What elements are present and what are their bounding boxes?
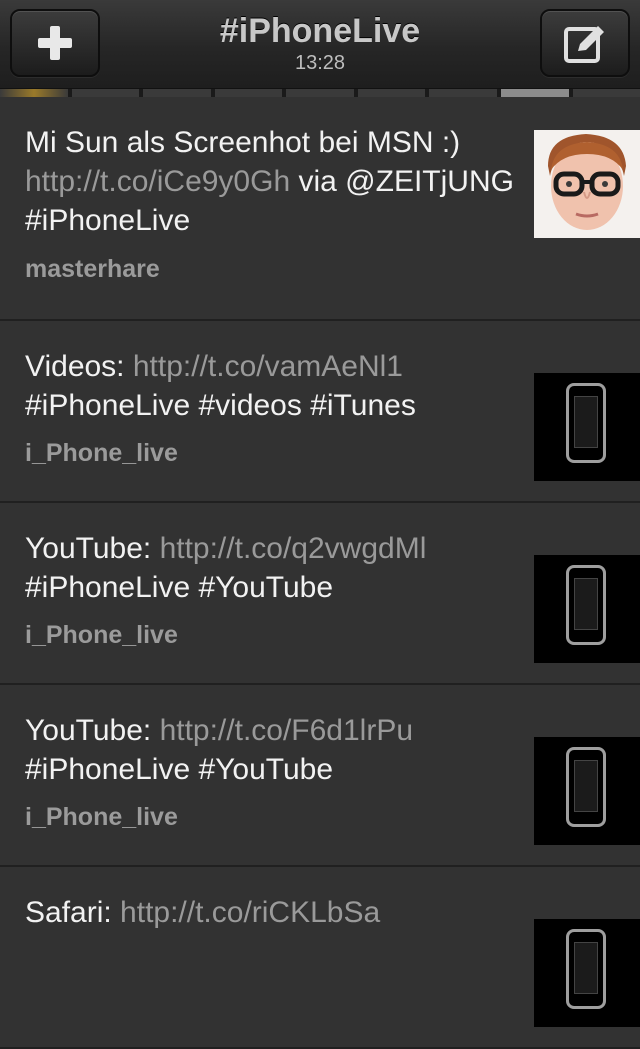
add-button[interactable]	[10, 9, 100, 77]
tweet-text-after: #iPhoneLive #YouTube	[25, 753, 333, 786]
tweet-text: Videos: http://t.co/vamAeNl1 #iPhoneLive…	[25, 347, 515, 425]
tweet-text: Safari: http://t.co/riCKLbSa	[25, 893, 515, 932]
tweet-thumbnail[interactable]	[534, 555, 640, 663]
page-segment	[429, 89, 497, 97]
tweet-link[interactable]: http://t.co/vamAeNl1	[133, 350, 403, 383]
tweet-row[interactable]: Videos: http://t.co/vamAeNl1 #iPhoneLive…	[0, 321, 640, 503]
phone-icon	[566, 383, 606, 463]
tweet-row[interactable]: YouTube: http://t.co/q2vwgdMl #iPhoneLiv…	[0, 503, 640, 685]
tweet-row[interactable]: Safari: http://t.co/riCKLbSa	[0, 867, 640, 1049]
tweet-thumbnail[interactable]	[534, 373, 640, 481]
tweet-text: YouTube: http://t.co/q2vwgdMl #iPhoneLiv…	[25, 529, 515, 607]
tweet-text: YouTube: http://t.co/F6d1lrPu #iPhoneLiv…	[25, 711, 515, 789]
compose-button[interactable]	[540, 9, 630, 77]
page-segment	[72, 89, 140, 97]
page-segment	[0, 89, 68, 97]
phone-icon	[566, 929, 606, 1009]
tweet-list: Mi Sun als Screenhot bei MSN :) http://t…	[0, 97, 640, 1049]
navigation-bar: #iPhoneLive 13:28	[0, 0, 640, 89]
page-segment	[143, 89, 211, 97]
tweet-text-before: Safari:	[25, 896, 120, 929]
phone-icon	[566, 747, 606, 827]
tweet-thumbnail[interactable]	[534, 919, 640, 1027]
tweet-text-before: YouTube:	[25, 714, 160, 747]
page-segment	[286, 89, 354, 97]
tweet-row[interactable]: Mi Sun als Screenhot bei MSN :) http://t…	[0, 97, 640, 321]
page-segment	[215, 89, 283, 97]
phone-icon	[566, 565, 606, 645]
tweet-link[interactable]: http://t.co/q2vwgdMl	[160, 532, 427, 565]
tweet-text-before: YouTube:	[25, 532, 160, 565]
person-photo-icon	[534, 130, 640, 238]
plus-icon	[35, 23, 75, 63]
page-title: #iPhoneLive	[150, 12, 490, 51]
tweet-username[interactable]: i_Phone_live	[25, 621, 178, 650]
tweet-username[interactable]: masterhare	[25, 255, 160, 284]
tweet-text-after: #iPhoneLive #YouTube	[25, 571, 333, 604]
clock-time: 13:28	[150, 52, 490, 75]
tweet-text-before: Mi Sun als Screenhot bei MSN :)	[25, 126, 460, 159]
tweet-username[interactable]: i_Phone_live	[25, 439, 178, 468]
page-segment	[573, 89, 640, 97]
page-segment-active	[501, 89, 569, 97]
tweet-link[interactable]: http://t.co/F6d1lrPu	[160, 714, 413, 747]
tweet-text-before: Videos:	[25, 350, 133, 383]
tweet-text: Mi Sun als Screenhot bei MSN :) http://t…	[25, 123, 515, 240]
tweet-thumbnail[interactable]	[534, 737, 640, 845]
compose-icon	[562, 21, 608, 65]
avatar[interactable]	[534, 130, 640, 238]
tweet-row[interactable]: YouTube: http://t.co/F6d1lrPu #iPhoneLiv…	[0, 685, 640, 867]
tweet-username[interactable]: i_Phone_live	[25, 803, 178, 832]
tweet-text-after: #iPhoneLive #videos #iTunes	[25, 389, 416, 422]
tweet-link[interactable]: http://t.co/iCe9y0Gh	[25, 165, 290, 198]
page-indicator	[0, 89, 640, 97]
tweet-link[interactable]: http://t.co/riCKLbSa	[120, 896, 380, 929]
page-segment	[358, 89, 426, 97]
